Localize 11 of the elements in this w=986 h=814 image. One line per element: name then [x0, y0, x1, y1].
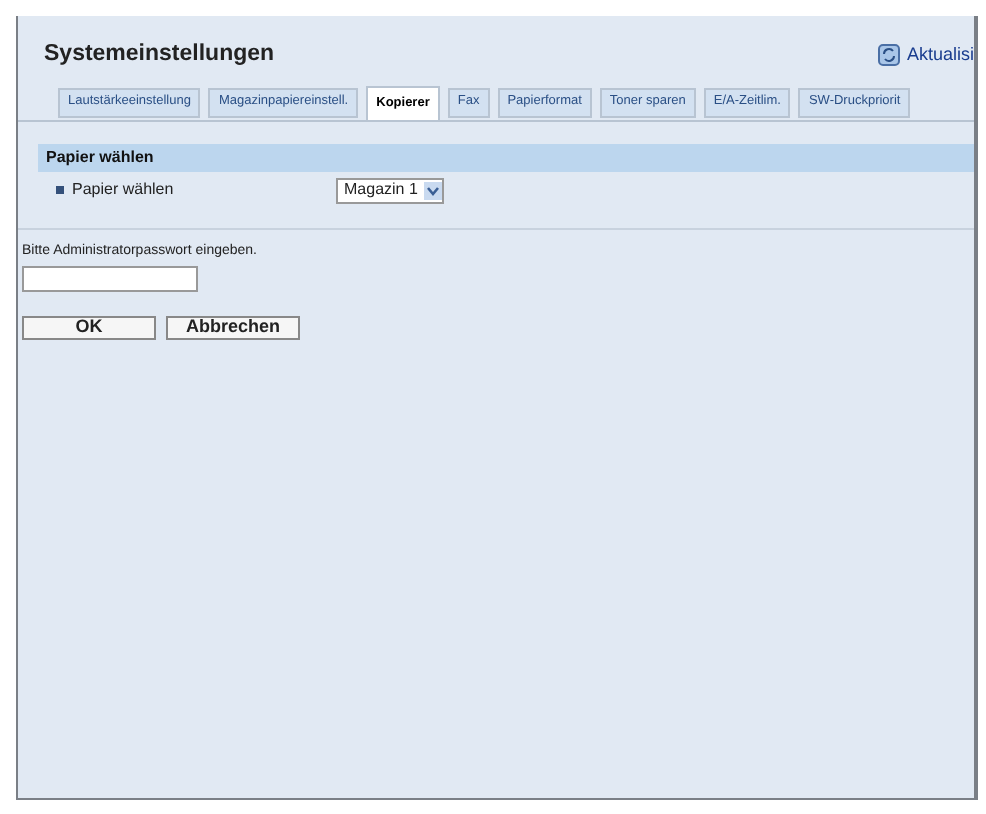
refresh-icon	[878, 44, 901, 66]
section-header: Papier wählen	[38, 144, 974, 172]
password-field[interactable]	[22, 265, 198, 291]
bullet-icon	[56, 186, 64, 194]
paper-select[interactable]: Magazin 1	[336, 177, 444, 203]
setting-label: Papier wählen	[72, 178, 176, 202]
cancel-button[interactable]: Abbrechen	[166, 315, 300, 339]
dropdown-icon	[423, 181, 442, 199]
ok-button[interactable]: OK	[22, 315, 156, 339]
refresh-link[interactable]: Aktualisi	[878, 41, 974, 69]
page-title: Systemeinstellungen	[44, 39, 275, 70]
